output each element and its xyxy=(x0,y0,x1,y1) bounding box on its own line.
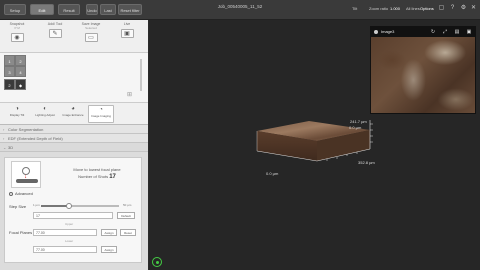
tab-display-tilt[interactable]: ◑ Display Tilt xyxy=(4,105,30,123)
snapshot-sub: XYZ xyxy=(14,26,20,30)
step-size-label: Step Size xyxy=(9,204,27,209)
fullscreen-icon[interactable]: ▣ xyxy=(465,28,473,36)
advanced-toggle[interactable]: Advanced xyxy=(9,191,69,196)
tab-enhance[interactable]: ◕ Image Enhance xyxy=(60,105,86,123)
mode-tabs: ◑ Display Tilt ◐ Lighting Adjust ◕ Image… xyxy=(0,103,148,125)
tab-lighting[interactable]: ◐ Lighting Adjust xyxy=(32,105,58,123)
tab-enhance-label: Image Enhance xyxy=(62,113,84,117)
tab-imaging[interactable]: ◔ Image Imaging xyxy=(88,105,114,123)
objective-scrollbar[interactable] xyxy=(140,59,142,91)
slider-fill xyxy=(41,205,70,207)
assign-lower-button[interactable]: Assign xyxy=(101,246,117,253)
grid-icon[interactable]: ⊞ xyxy=(127,91,132,98)
reset-upper-button[interactable]: Reset xyxy=(120,229,136,236)
slider-thumb[interactable] xyxy=(66,203,73,209)
all-lines-label: All lines xyxy=(406,6,420,11)
objective-selector: 1 2 3 4 2 ◆ ⊞ xyxy=(0,53,148,103)
objective-1[interactable]: 1 xyxy=(4,55,15,66)
upper-plane-input[interactable]: 77.00 xyxy=(33,229,97,236)
specimen-image xyxy=(371,37,475,113)
settings-icon[interactable]: ⚙ xyxy=(460,5,467,12)
axis-orientation-icon[interactable] xyxy=(152,257,162,267)
tab-display-tilt-label: Display Tilt xyxy=(9,113,25,117)
slider-min-label: 1 µm xyxy=(33,203,40,207)
pen-icon[interactable]: ✎ xyxy=(48,29,62,38)
x-length-label: 352.8 µm xyxy=(358,160,375,165)
live-tool[interactable]: Live ▣ xyxy=(112,22,142,38)
assign-upper-button[interactable]: Assign xyxy=(101,229,117,236)
focus-diagram: ↓ xyxy=(11,161,41,188)
enhance-icon: ◕ xyxy=(71,106,75,112)
camera-icon[interactable]: ◉ xyxy=(10,33,24,42)
layout-icon[interactable]: ▤ xyxy=(453,28,461,36)
tilt-icon: ◑ xyxy=(15,106,19,112)
close-icon[interactable]: ✕ xyxy=(470,5,477,12)
options-button[interactable]: Options xyxy=(420,6,434,11)
step-size-input[interactable]: 17 xyxy=(33,212,113,219)
tool-row: Snapshot XYZ ◉ Add/ Tool ✎ Save Image Se… xyxy=(0,20,148,53)
lower-plane-input[interactable]: 77.00 xyxy=(33,246,97,253)
shots-value: 17 xyxy=(109,174,116,180)
zoom-ratio-label: Zoom ratio xyxy=(369,6,389,11)
snapshot-tool[interactable]: Snapshot XYZ ◉ xyxy=(2,22,32,42)
live-label: Live xyxy=(123,22,131,26)
top-toolbar: Setup Edit Result Undo Last read Reset f… xyxy=(0,0,480,24)
origin-label: 0.0 µm xyxy=(266,171,279,176)
advanced-label: Advanced xyxy=(15,191,33,196)
lower-label: Lower xyxy=(65,239,74,243)
save-icon[interactable]: ▭ xyxy=(84,33,98,42)
objective-2[interactable]: 2 xyxy=(15,55,26,66)
add-tool-label: Add/ Tool xyxy=(47,22,63,26)
acc-edf[interactable]: EDF (Extended Depth of Field) xyxy=(0,134,148,143)
z-min-label: 0.0 µm xyxy=(349,125,362,130)
acc-color-segmentation[interactable]: Color Segmentation xyxy=(0,125,148,134)
save-image-tool[interactable]: Save Image Selected ▭ xyxy=(76,22,106,42)
stage-icon xyxy=(16,179,38,183)
tab-lighting-label: Lighting Adjust xyxy=(35,113,55,117)
zoom-ratio-value[interactable]: 1.000 xyxy=(390,6,400,11)
imaging-icon: ◔ xyxy=(99,107,103,113)
z-ticks xyxy=(370,123,373,143)
objective-active-icon[interactable]: ◆ xyxy=(15,79,26,90)
step-size-slider[interactable] xyxy=(41,203,119,209)
rotate-icon[interactable]: ↻ xyxy=(429,28,437,36)
default-button[interactable]: Default xyxy=(117,212,135,219)
focal-planes-label: Focal Planes xyxy=(9,230,33,235)
left-panel: Snapshot XYZ ◉ Add/ Tool ✎ Save Image Se… xyxy=(0,20,148,270)
window-icon[interactable]: ▢ xyxy=(438,5,445,12)
move-instruction: Move to lowest focal plane xyxy=(73,167,121,172)
mini-image-viewer[interactable]: Image3 ↻ ⤢ ▤ ▣ xyxy=(370,26,476,114)
panel-3d: ↓ Move to lowest focal plane Number of S… xyxy=(4,157,142,263)
settings-accordion: Color Segmentation EDF (Extended Depth o… xyxy=(0,125,148,270)
objective-3[interactable]: 3 xyxy=(4,66,15,77)
objective-4[interactable]: 4 xyxy=(15,66,26,77)
acc-3d[interactable]: 3D xyxy=(0,143,148,152)
tilt-toggle[interactable]: Tilt xyxy=(352,6,357,11)
z-max-label: 241.7 µm xyxy=(350,119,367,124)
objective-grid: 1 2 3 4 2 ◆ xyxy=(4,55,26,101)
live-icon[interactable]: ▣ xyxy=(120,29,134,38)
upper-label: Upper xyxy=(65,222,74,226)
radio-icon xyxy=(9,191,13,196)
mini-viewer-header: Image3 ↻ ⤢ ▤ ▣ xyxy=(371,27,475,37)
light-icon: ◐ xyxy=(43,106,47,112)
objective-active[interactable]: 2 xyxy=(4,79,15,90)
save-image-sub: Selected xyxy=(85,26,97,30)
shots-label: Number of Shots xyxy=(78,174,109,179)
mini-viewer-title: Image3 xyxy=(381,29,395,34)
add-tool[interactable]: Add/ Tool ✎ xyxy=(40,22,70,38)
image-dot-icon xyxy=(374,30,378,34)
help-icon[interactable]: ? xyxy=(449,5,456,12)
tab-imaging-label: Image Imaging xyxy=(91,114,111,118)
slider-max-label: 50 µm xyxy=(123,203,132,207)
3d-viewport[interactable]: 241.7 µm 0.0 µm 352.8 µm 0.0 µm Image3 ↻… xyxy=(149,20,480,270)
expand-icon[interactable]: ⤢ xyxy=(441,28,449,36)
shots-count: Number of Shots 17 xyxy=(57,174,137,180)
